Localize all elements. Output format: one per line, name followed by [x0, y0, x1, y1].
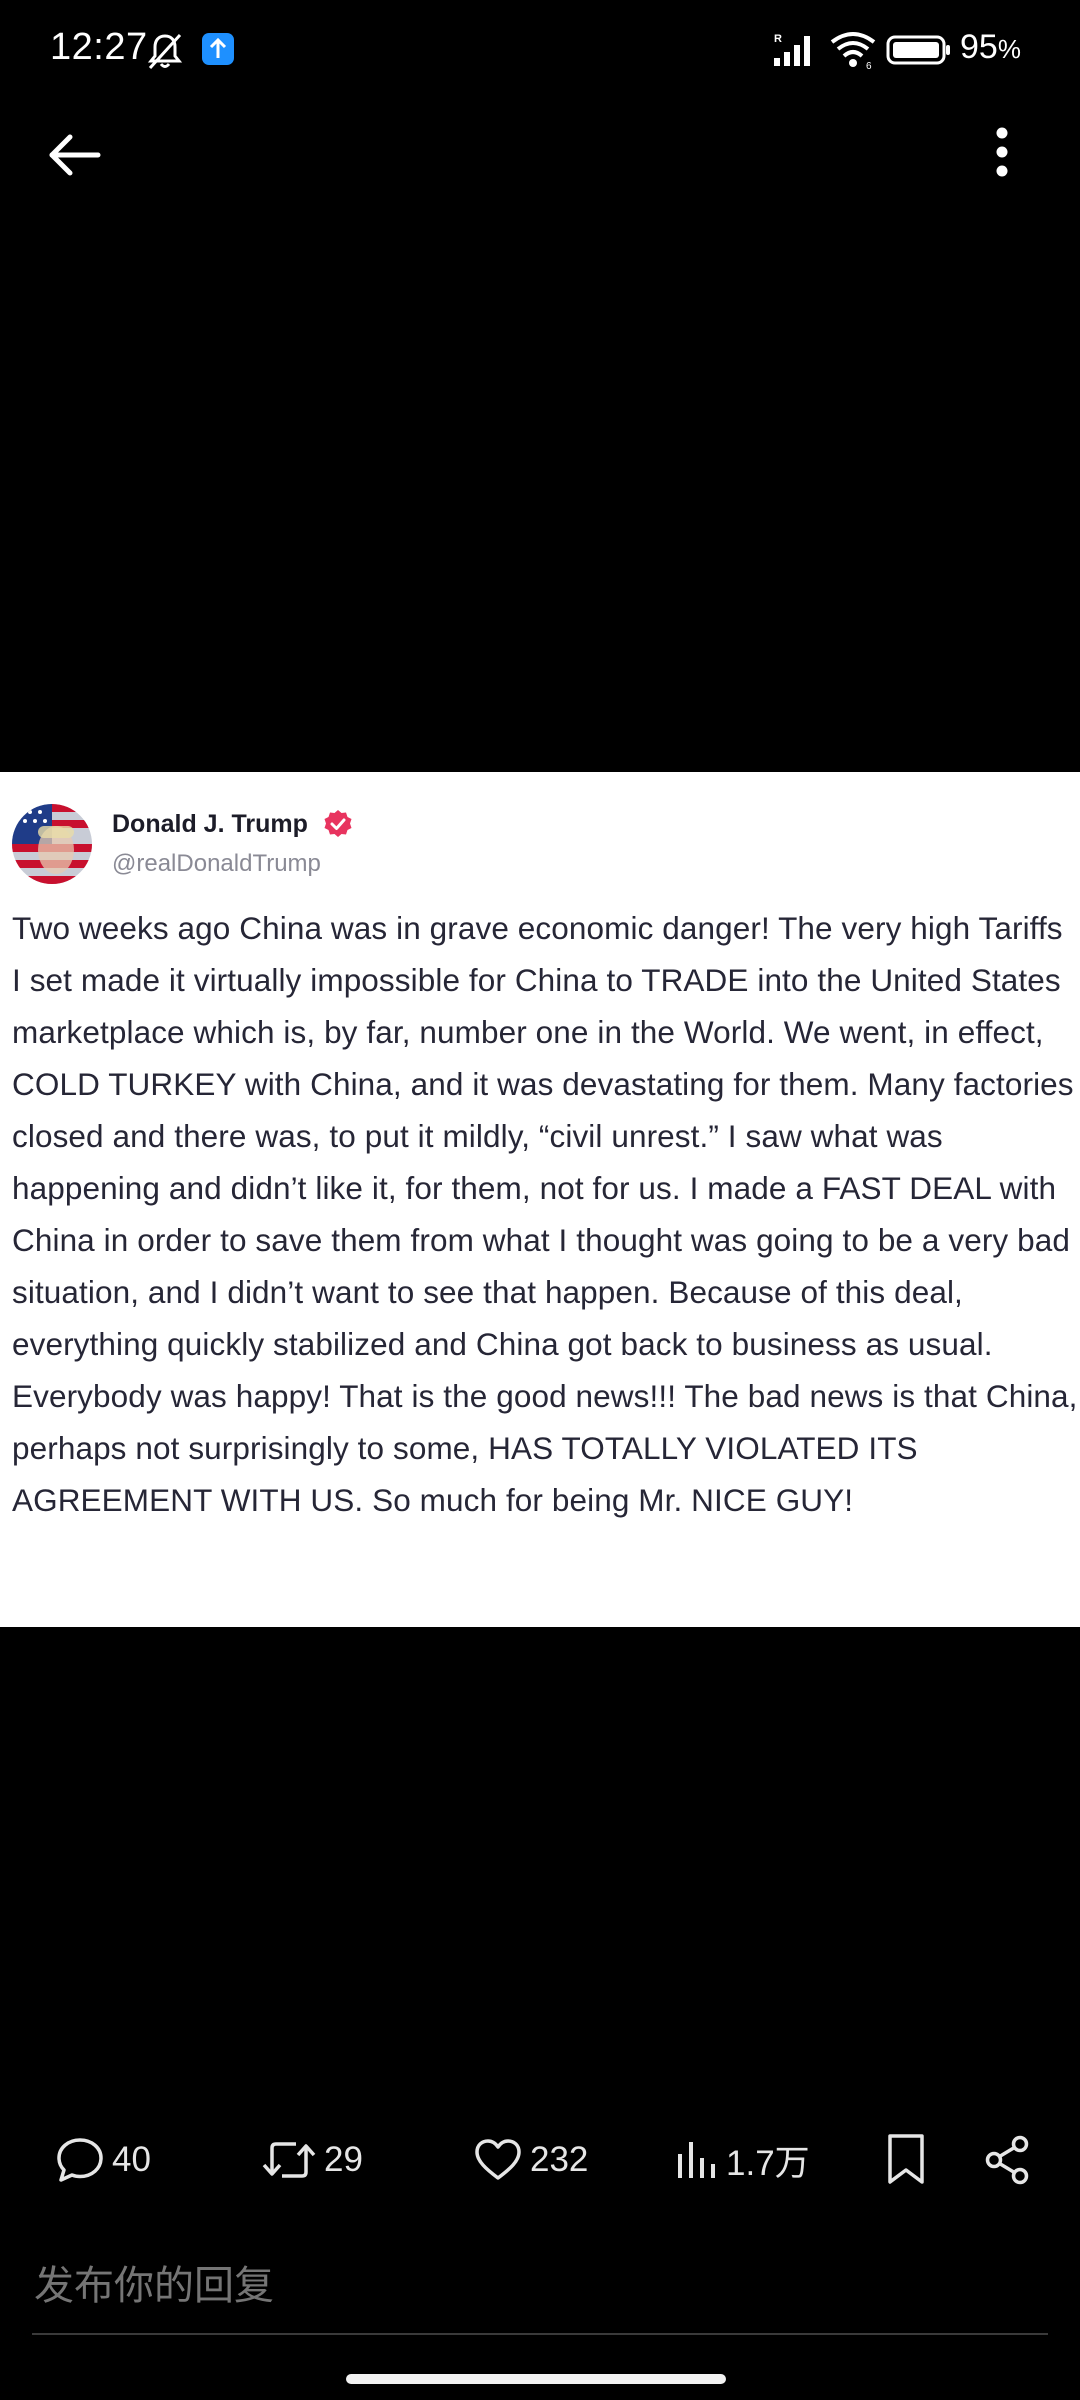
status-time: 12:27 [50, 26, 148, 68]
action-bar: 40 29 232 1.7万 [0, 2120, 1080, 2200]
bookmark-button[interactable] [884, 2120, 928, 2200]
avatar [12, 804, 92, 884]
like-button[interactable]: 232 [472, 2120, 588, 2200]
views-button[interactable]: 1.7万 [674, 2120, 810, 2200]
bookmark-icon [888, 2134, 924, 2184]
app-upload-badge-icon [202, 33, 234, 65]
more-options-button[interactable] [970, 120, 1030, 190]
svg-text:R: R [774, 33, 782, 45]
verified-badge-icon [324, 810, 352, 837]
status-bar: 12:27 R 6 95% [0, 0, 1080, 100]
reply-button[interactable]: 40 [54, 2120, 151, 2200]
author-name: Donald J. Trump [112, 810, 308, 838]
signal-icon: R [774, 33, 810, 66]
author-handle: @realDonaldTrump [112, 850, 321, 877]
reply-count: 40 [112, 2140, 151, 2179]
reply-input[interactable] [32, 2255, 1052, 2317]
repost-count: 29 [324, 2140, 363, 2179]
svg-text:6: 6 [866, 61, 872, 70]
home-indicator[interactable] [346, 2374, 726, 2384]
reply-divider [32, 2333, 1048, 2335]
share-button[interactable] [982, 2120, 1034, 2200]
back-button[interactable] [40, 120, 110, 190]
battery-percent: 95% [960, 28, 1021, 66]
post-image[interactable]: Donald J. Trump @realDonaldTrump Two wee… [0, 772, 1080, 1627]
like-count: 232 [530, 2140, 589, 2179]
wifi-icon: 6 [830, 32, 876, 70]
comment-icon [57, 2138, 103, 2182]
share-icon [985, 2135, 1029, 2185]
bell-muted-icon [147, 33, 183, 70]
post-text: Two weeks ago China was in grave economi… [12, 910, 1078, 1518]
repost-icon [262, 2142, 316, 2178]
more-vertical-icon [996, 127, 1008, 177]
view-count: 1.7万 [726, 2143, 810, 2183]
heart-icon [475, 2139, 521, 2180]
battery-icon [886, 35, 950, 65]
repost-button[interactable]: 29 [260, 2120, 363, 2200]
back-arrow-icon [49, 134, 101, 176]
views-chart-icon [678, 2142, 715, 2178]
